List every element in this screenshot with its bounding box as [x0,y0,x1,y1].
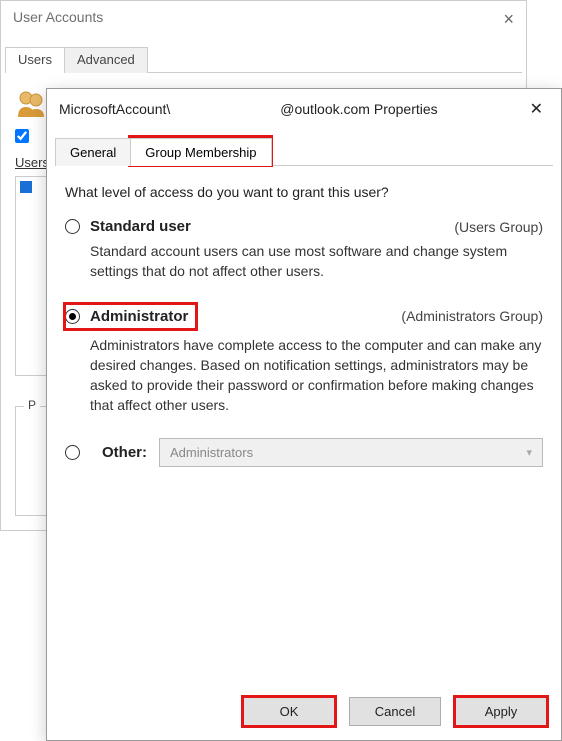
access-question: What level of access do you want to gran… [65,184,543,200]
title-suffix: @outlook.com Properties [280,101,437,117]
radio-admin-group: (Administrators Group) [401,308,543,324]
password-label: P [24,398,40,412]
tab-group-membership-highlight: Group Membership [130,137,270,165]
radio-standard-group: (Users Group) [454,219,543,235]
user-accounts-title: User Accounts [13,9,103,30]
tab-group-membership[interactable]: Group Membership [130,138,271,166]
radio-icon[interactable] [65,309,80,324]
radio-admin-desc: Administrators have complete access to t… [90,335,543,416]
radio-other-row[interactable]: Other: Administrators ▾ [65,438,543,467]
ok-button[interactable]: OK [243,697,335,726]
chevron-down-icon: ▾ [526,446,532,459]
radio-admin-label: Administrator [90,308,188,325]
cancel-button[interactable]: Cancel [349,697,441,726]
radio-admin-row[interactable]: Administrator (Administrators Group) [65,304,543,329]
radio-admin-highlight: Administrator [65,304,196,329]
checkbox-icon[interactable] [15,129,29,143]
close-icon[interactable]: × [503,9,514,30]
properties-titlebar: MicrosoftAccount\ @outlook.com Propertie… [47,89,561,129]
radio-standard-label: Standard user [90,218,191,235]
user-accounts-tabs: Users Advanced [5,46,522,73]
close-icon[interactable]: ✕ [524,99,549,119]
user-accounts-titlebar: User Accounts × [1,1,526,38]
apply-button-highlight: Apply [455,697,547,726]
properties-tabs: General Group Membership [55,137,553,166]
radio-icon[interactable] [65,445,80,460]
properties-content: What level of access do you want to gran… [47,166,561,683]
dialog-button-row: OK Cancel Apply [47,683,561,740]
tab-users[interactable]: Users [5,47,65,73]
users-icon [15,87,47,119]
radio-standard-desc: Standard account users can use most soft… [90,241,543,282]
title-account-prefix: MicrosoftAccount\ [59,101,170,117]
ok-button-highlight: OK [243,697,335,726]
apply-button[interactable]: Apply [455,697,547,726]
radio-icon[interactable] [65,219,80,234]
radio-standard-row[interactable]: Standard user (Users Group) [65,218,543,235]
radio-other-label: Other: [102,444,147,461]
combo-selected: Administrators [170,445,253,460]
tab-advanced[interactable]: Advanced [64,47,148,73]
properties-dialog: MicrosoftAccount\ @outlook.com Propertie… [46,88,562,741]
other-group-combobox[interactable]: Administrators ▾ [159,438,543,467]
tab-general[interactable]: General [55,138,131,166]
